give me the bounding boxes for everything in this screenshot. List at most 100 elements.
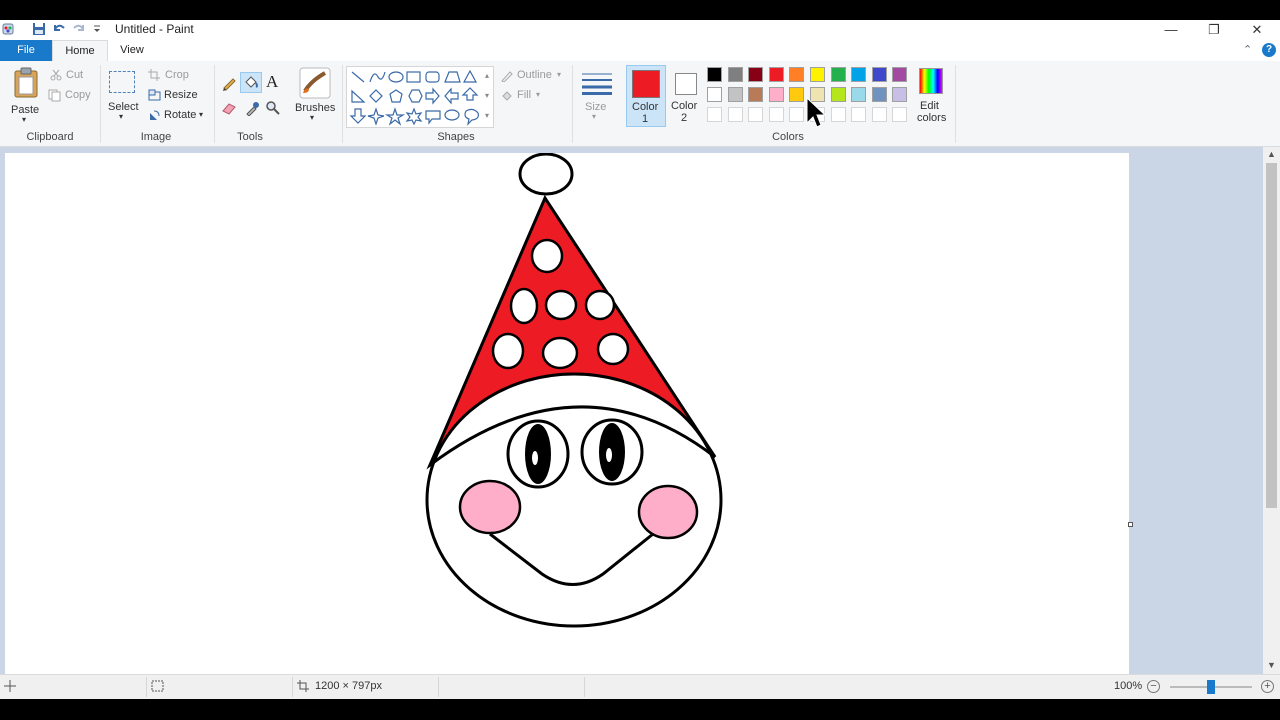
palette-swatch[interactable] xyxy=(707,67,722,82)
color-spectrum-icon xyxy=(919,68,943,94)
custom-color-slot[interactable] xyxy=(871,107,887,122)
shapes-scroll[interactable]: ▴ ▾ ▾ xyxy=(484,66,494,128)
magnifier-icon[interactable] xyxy=(265,100,281,119)
palette-swatch[interactable] xyxy=(768,67,784,82)
save-icon[interactable] xyxy=(32,22,46,36)
divider xyxy=(214,65,215,143)
outline-dropdown-icon: ▾ xyxy=(557,70,562,79)
redo-icon[interactable] xyxy=(72,21,86,35)
scrollbar-thumb[interactable] xyxy=(1266,163,1277,508)
custom-color-slot[interactable] xyxy=(748,107,764,122)
select-dropdown-icon: ▾ xyxy=(119,112,124,121)
palette-swatch[interactable] xyxy=(727,67,743,82)
fill-button[interactable]: Fill ▾ xyxy=(500,88,544,104)
line-size-icon xyxy=(581,71,613,98)
customize-toolbar-icon[interactable] xyxy=(92,23,102,35)
canvas-size-icon xyxy=(297,680,310,695)
rotate-button[interactable]: Rotate ▾ xyxy=(148,108,208,124)
palette-swatch[interactable] xyxy=(789,67,805,82)
scroll-down-icon[interactable]: ▼ xyxy=(1267,660,1276,670)
palette-swatch[interactable] xyxy=(727,87,743,102)
palette-swatch[interactable] xyxy=(768,87,784,102)
crop-label: Crop xyxy=(165,69,189,81)
palette-swatch[interactable] xyxy=(748,67,764,82)
restore-button[interactable]: ❐ xyxy=(1194,20,1234,40)
select-button[interactable]: Select ▾ xyxy=(106,69,140,125)
palette-swatch[interactable] xyxy=(830,67,846,82)
fill-with-color-icon[interactable] xyxy=(240,72,262,93)
shapes-scroll-up-icon: ▴ xyxy=(485,71,490,80)
palette-swatch[interactable] xyxy=(748,87,764,102)
resize-button[interactable]: Resize xyxy=(148,88,204,104)
tab-file[interactable]: File xyxy=(0,40,52,61)
color1-label: Color xyxy=(632,101,659,113)
palette-swatch[interactable] xyxy=(830,87,846,102)
copy-button[interactable]: Copy xyxy=(48,88,96,104)
palette-swatch[interactable] xyxy=(871,87,887,102)
divider xyxy=(146,677,147,697)
crop-button[interactable]: Crop xyxy=(148,68,198,84)
custom-color-slot[interactable] xyxy=(789,107,805,122)
custom-color-slot[interactable] xyxy=(727,107,743,122)
drawing-canvas[interactable] xyxy=(5,153,1133,674)
tab-view[interactable]: View xyxy=(116,40,148,61)
text-tool-icon[interactable]: A xyxy=(266,72,278,92)
color1-button[interactable]: Color 1 xyxy=(626,65,666,127)
zoom-out-icon[interactable]: − xyxy=(1147,680,1160,693)
undo-icon[interactable] xyxy=(52,21,66,35)
edit-colors-label-2: colors xyxy=(917,112,947,124)
palette-swatch[interactable] xyxy=(851,67,867,82)
paste-dropdown-icon: ▾ xyxy=(22,115,27,124)
custom-color-slot[interactable] xyxy=(892,107,908,122)
rotate-dropdown-icon: ▾ xyxy=(199,110,204,119)
zoom-slider[interactable] xyxy=(1170,680,1252,694)
select-rectangle-icon xyxy=(109,71,135,93)
palette-swatch[interactable] xyxy=(810,67,825,82)
status-bar: 1200 × 797px 100% − + xyxy=(0,674,1280,699)
outline-button[interactable]: Outline ▾ xyxy=(500,68,564,84)
brushes-button[interactable]: Brushes ▾ xyxy=(294,67,336,127)
right-cheek xyxy=(637,484,699,540)
palette-swatch[interactable] xyxy=(892,67,908,82)
image-group-label: Image xyxy=(140,131,172,143)
ribbon: Paste ▾ Cut Copy Clipboard Select ▾ Crop… xyxy=(0,61,1280,147)
minimize-button[interactable]: — xyxy=(1151,20,1191,40)
palette-swatch[interactable] xyxy=(707,87,722,102)
canvas-resize-handle[interactable] xyxy=(1128,522,1133,527)
size-button[interactable]: Size ▾ xyxy=(579,67,613,127)
eraser-icon[interactable] xyxy=(221,101,237,118)
zoom-slider-thumb[interactable] xyxy=(1207,680,1215,694)
cut-button[interactable]: Cut xyxy=(50,68,95,84)
scissors-icon xyxy=(50,69,62,84)
pencil-icon[interactable] xyxy=(221,75,237,94)
tab-home[interactable]: Home xyxy=(52,40,108,62)
divider xyxy=(100,65,101,143)
paste-button[interactable]: Paste ▾ xyxy=(8,65,44,124)
color-picker-icon[interactable] xyxy=(244,100,260,119)
shapes-scroll-down-icon: ▾ xyxy=(485,91,490,100)
custom-color-slot[interactable] xyxy=(851,107,867,122)
color2-button[interactable]: Color 2 xyxy=(668,65,704,127)
edit-colors-button[interactable]: Edit colors xyxy=(914,66,948,128)
close-button[interactable]: ✕ xyxy=(1237,20,1277,40)
zoom-in-icon[interactable]: + xyxy=(1261,680,1274,693)
custom-color-slot[interactable] xyxy=(830,107,846,122)
color2-label: Color xyxy=(671,100,698,112)
left-cheek xyxy=(458,479,522,535)
palette-swatch[interactable] xyxy=(871,67,887,82)
palette-swatch[interactable] xyxy=(892,87,908,102)
palette-swatch[interactable] xyxy=(789,87,805,102)
shapes-group-label: Shapes xyxy=(437,131,475,143)
vertical-scrollbar[interactable]: ▲ ▼ xyxy=(1263,147,1280,674)
fill-dropdown-icon: ▾ xyxy=(536,90,541,99)
collapse-ribbon-icon[interactable]: ⌃ xyxy=(1243,43,1252,56)
color2-swatch xyxy=(675,73,697,95)
shapes-gallery[interactable] xyxy=(346,66,494,128)
custom-color-slot[interactable] xyxy=(768,107,784,122)
help-icon[interactable]: ? xyxy=(1262,43,1276,57)
selection-size-icon xyxy=(151,680,164,695)
custom-color-slot[interactable] xyxy=(707,107,722,122)
palette-swatch[interactable] xyxy=(851,87,867,102)
scroll-up-icon[interactable]: ▲ xyxy=(1267,149,1276,159)
divider xyxy=(584,677,585,697)
